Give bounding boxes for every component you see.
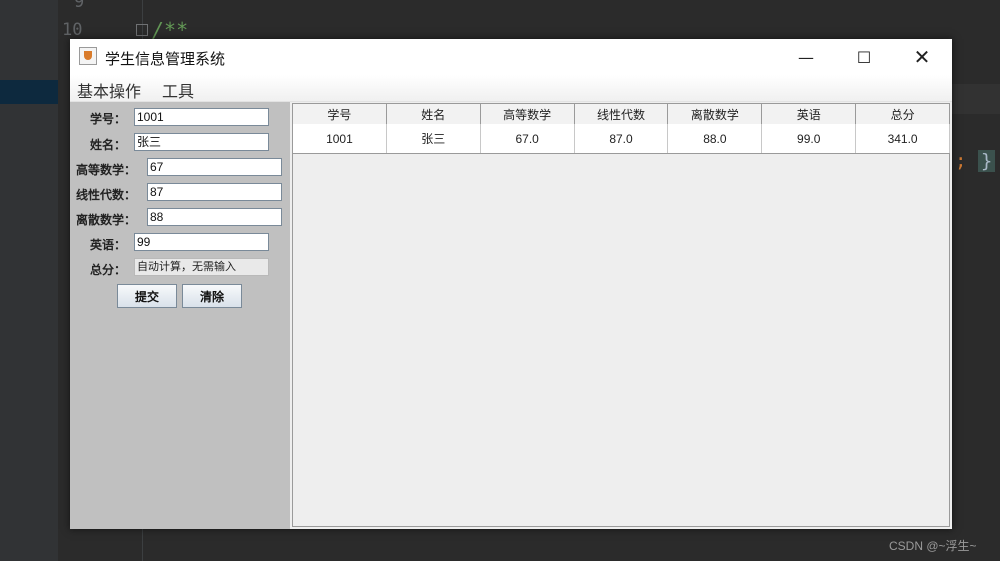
table-cell[interactable]: 99.0 xyxy=(762,124,857,153)
fold-icon[interactable] xyxy=(136,24,148,36)
ide-caret-line xyxy=(952,84,1000,114)
column-header-student-id[interactable]: 学号 xyxy=(293,104,387,124)
table-cell[interactable]: 87.0 xyxy=(575,124,669,153)
ide-line-number: 10 xyxy=(62,20,83,40)
maximize-button[interactable]: ☐ xyxy=(836,39,892,75)
ide-code-semicolon: ; xyxy=(955,150,967,172)
advanced-math-field[interactable]: 67 xyxy=(147,158,282,176)
minimize-button[interactable]: — xyxy=(778,39,834,75)
submit-button[interactable]: 提交 xyxy=(117,284,177,308)
java-app-icon xyxy=(79,47,97,65)
name-field[interactable]: 张三 xyxy=(134,133,269,151)
table-cell[interactable]: 341.0 xyxy=(856,124,951,153)
linear-algebra-label: 线性代数： xyxy=(76,188,137,202)
advanced-math-label: 高等数学： xyxy=(76,163,137,177)
table-cell[interactable]: 67.0 xyxy=(481,124,575,153)
ide-line-number-prev: 9 xyxy=(74,0,85,12)
menu-tools[interactable]: 工具 xyxy=(162,78,194,102)
menu-bar: 基本操作 工具 xyxy=(70,75,952,102)
english-field[interactable]: 99 xyxy=(134,233,269,251)
ide-gutter-highlight xyxy=(0,80,58,104)
table-row[interactable]: 1001 张三 67.0 87.0 88.0 99.0 341.0 xyxy=(293,124,951,154)
column-header-discrete-math[interactable]: 离散数学 xyxy=(668,104,763,124)
column-header-english[interactable]: 英语 xyxy=(762,104,857,124)
column-header-linear-algebra[interactable]: 线性代数 xyxy=(575,104,669,124)
minimize-icon: — xyxy=(798,47,814,67)
clear-button[interactable]: 清除 xyxy=(182,284,242,308)
total-label: 总分： xyxy=(90,263,127,277)
column-header-advanced-math[interactable]: 高等数学 xyxy=(481,104,575,124)
watermark: CSDN @~浮生~ xyxy=(889,539,977,553)
linear-algebra-field[interactable]: 87 xyxy=(147,183,282,201)
input-form-panel: 学号： 1001 姓名： 张三 高等数学： 67 线性代数： 87 离散数学： … xyxy=(70,102,290,529)
column-header-total[interactable]: 总分 xyxy=(856,104,951,124)
column-header-name[interactable]: 姓名 xyxy=(387,104,481,124)
student-id-field[interactable]: 1001 xyxy=(134,108,269,126)
ide-code-brace: } xyxy=(977,150,996,172)
discrete-math-label: 离散数学： xyxy=(76,213,137,227)
student-table: 学号 姓名 高等数学 线性代数 离散数学 英语 总分 1001 张三 67.0 … xyxy=(292,103,951,527)
total-field: 自动计算，无需输入 xyxy=(134,258,269,276)
close-button[interactable]: ✕ xyxy=(894,39,950,75)
app-window: 学生信息管理系统 — ☐ ✕ 基本操作 工具 学号： 1001 姓名： 张三 高… xyxy=(70,39,952,529)
window-title: 学生信息管理系统 xyxy=(105,50,226,68)
menu-basic-operations[interactable]: 基本操作 xyxy=(77,78,141,102)
student-id-label: 学号： xyxy=(90,112,127,126)
table-cell[interactable]: 1001 xyxy=(293,124,387,153)
name-label: 姓名： xyxy=(90,138,127,152)
table-cell[interactable]: 张三 xyxy=(387,124,481,153)
discrete-math-field[interactable]: 88 xyxy=(147,208,282,226)
ide-code-fragment: ; } xyxy=(955,150,996,172)
table-cell[interactable]: 88.0 xyxy=(668,124,763,153)
table-header: 学号 姓名 高等数学 线性代数 离散数学 英语 总分 xyxy=(293,104,951,125)
title-bar[interactable]: 学生信息管理系统 — ☐ ✕ xyxy=(70,39,952,75)
english-label: 英语： xyxy=(90,238,127,252)
maximize-icon: ☐ xyxy=(856,47,872,67)
close-icon: ✕ xyxy=(913,45,931,69)
